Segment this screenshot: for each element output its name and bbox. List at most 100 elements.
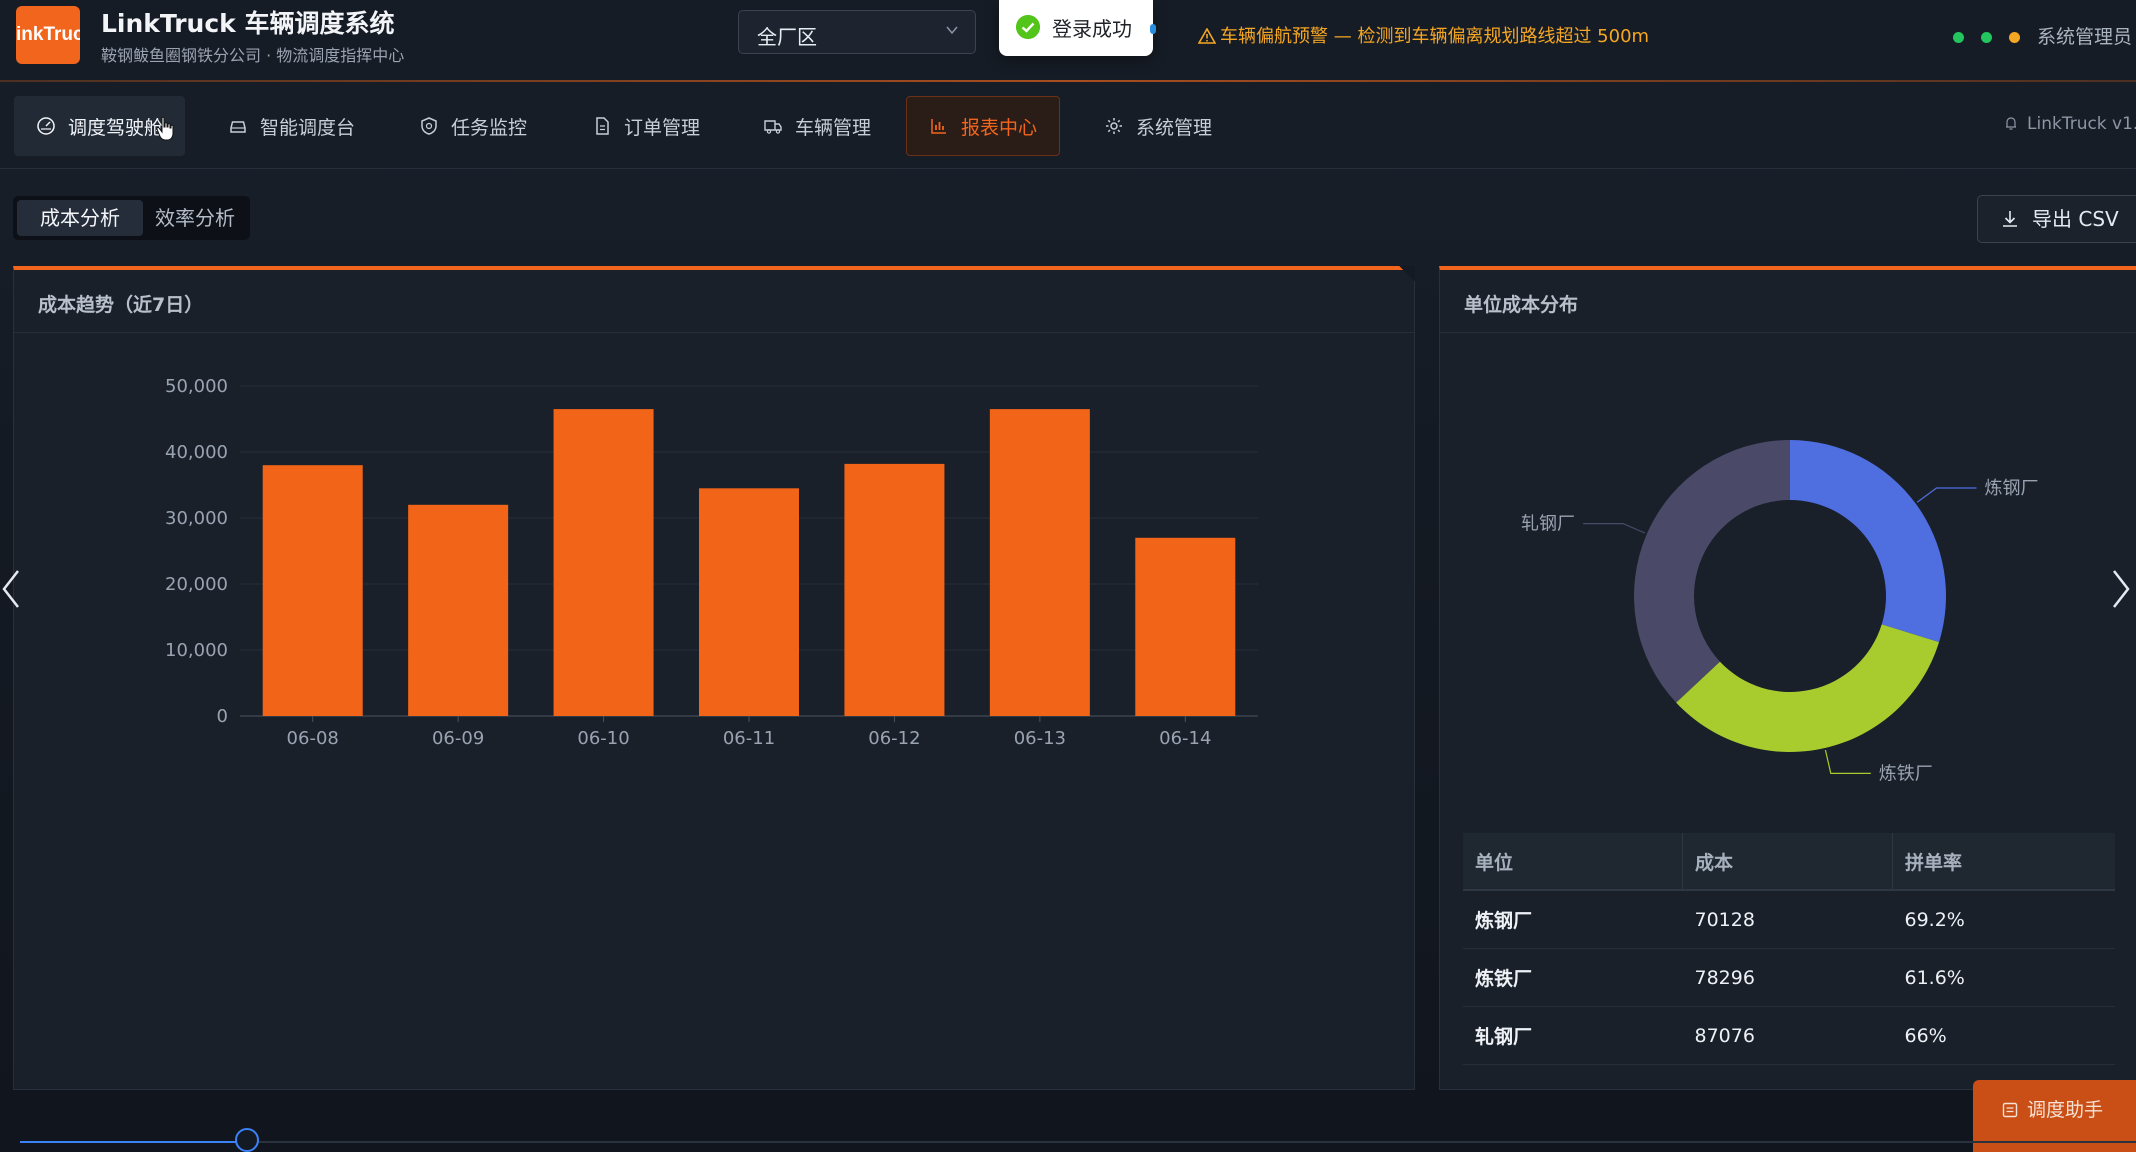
tab-cost-analysis[interactable]: 成本分析 <box>17 200 143 236</box>
y-tick-label: 50,000 <box>165 376 228 397</box>
column-header-cost: 成本 <box>1682 833 1893 891</box>
chevron-down-icon <box>946 26 958 35</box>
export-csv-button[interactable]: 导出 CSV <box>1977 195 2136 243</box>
document-icon <box>596 117 609 135</box>
bar-chart-icon <box>931 119 946 134</box>
slice-label: 轧钢厂 <box>1521 514 1575 535</box>
cell-cost: 70128 <box>1682 890 1893 949</box>
x-tick-label: 06-13 <box>1014 728 1066 749</box>
truck-icon <box>764 120 782 134</box>
bar <box>844 463 945 716</box>
unit-cost-panel: 单位成本分布 炼钢厂 炼铁厂 轧钢厂 单位 成本 拼单率 炼钢厂 70128 69.… <box>1439 266 2136 1090</box>
app-root: inkTruc LinkTruck 车辆调度系统 鞍钢鲅鱼圈钢铁分公司 · 物流… <box>0 0 2136 1152</box>
status-dot <box>1953 32 1964 43</box>
nav-item-order-management[interactable]: 订单管理 <box>570 96 722 156</box>
tab-efficiency-analysis[interactable]: 效率分析 <box>145 200 245 236</box>
y-tick-label: 0 <box>217 706 228 727</box>
slice-label-line <box>1583 522 1646 534</box>
cell-merge-rate: 69.2% <box>1892 890 2115 949</box>
nav-item-label: 系统管理 <box>1136 116 1213 139</box>
cell-merge-rate: 61.6% <box>1892 948 2115 1007</box>
donut-slice <box>1790 440 1946 643</box>
slice-label-line <box>1916 487 1977 503</box>
bar <box>699 488 799 716</box>
table-row[interactable]: 轧钢厂 87076 66% <box>1463 1006 2115 1065</box>
version-text: LinkTruck v1.1 <box>2027 114 2136 134</box>
check-circle-icon <box>1016 15 1040 39</box>
x-tick-label: 06-08 <box>287 728 339 749</box>
analysis-tab-switch: 成本分析 效率分析 <box>13 196 250 240</box>
nav-item-label: 车辆管理 <box>795 116 872 139</box>
bar <box>1135 537 1236 716</box>
column-header-merge-rate: 拼单率 <box>1892 833 2115 891</box>
main-nav: 调度驾驶舱 智能调度台 任务监控 订单管理 车辆管理 报表中心 系统管理 Lin… <box>0 82 2136 169</box>
login-success-toast: 登录成功 <box>999 0 1153 56</box>
bar <box>553 409 654 716</box>
carousel-prev-arrow-icon[interactable] <box>0 567 22 611</box>
toast-message: 登录成功 <box>1052 17 1132 41</box>
cell-unit: 炼钢厂 <box>1463 890 1683 949</box>
warning-triangle-icon <box>1198 28 1216 44</box>
cost-trend-panel: 成本趋势（近7日） 0 10,000 20,000 30,000 40,000 50,00… <box>13 266 1415 1090</box>
nav-item-label: 报表中心 <box>961 116 1038 139</box>
bar <box>408 504 509 716</box>
shield-icon <box>421 117 437 135</box>
panel-corner-cut <box>1399 266 1415 282</box>
panel-divider <box>1440 332 2136 333</box>
area-select[interactable]: 全厂区 <box>738 10 976 54</box>
user-menu[interactable]: 系统管理员 <box>2037 22 2132 49</box>
table-header-row: 单位 成本 拼单率 <box>1463 833 2115 891</box>
nav-item-smart-dispatch[interactable]: 智能调度台 <box>206 96 377 156</box>
nav-item-system-management[interactable]: 系统管理 <box>1082 96 1234 156</box>
column-header-unit: 单位 <box>1463 833 1683 891</box>
nav-item-label: 订单管理 <box>624 116 701 139</box>
x-tick-label: 06-09 <box>432 728 484 749</box>
slice-label-line <box>1824 749 1871 774</box>
app-subtitle: 鞍钢鲅鱼圈钢铁分公司 · 物流调度指挥中心 <box>101 46 405 65</box>
nav-item-vehicle-management[interactable]: 车辆管理 <box>741 96 893 156</box>
table-row[interactable]: 炼铁厂 78296 61.6% <box>1463 948 2115 1007</box>
timeline-slider-fill <box>20 1141 246 1143</box>
assistant-label: 调度助手 <box>2027 1099 2104 1121</box>
y-tick-label: 40,000 <box>165 442 228 463</box>
cost-trend-title: 成本趋势（近7日） <box>38 294 204 316</box>
nav-item-label: 任务监控 <box>451 116 528 139</box>
slice-label: 炼钢厂 <box>1984 478 2038 499</box>
x-tick-label: 06-10 <box>577 728 629 749</box>
donut-slice <box>1676 624 1940 752</box>
bar <box>262 465 363 716</box>
unit-cost-title: 单位成本分布 <box>1464 294 1579 316</box>
slice-label: 炼铁厂 <box>1879 763 1933 784</box>
cell-unit: 轧钢厂 <box>1463 1006 1683 1065</box>
deviation-alert[interactable]: 车辆偏航预警 — 检测到车辆偏离规划路线超过 500m <box>1198 22 1649 48</box>
nav-item-report-center[interactable]: 报表中心 <box>906 96 1061 156</box>
status-indicators <box>1953 28 2032 47</box>
bell-icon <box>2006 117 2016 130</box>
area-select-value: 全厂区 <box>757 25 817 49</box>
x-tick-label: 06-14 <box>1159 728 1211 749</box>
nav-item-task-monitor[interactable]: 任务监控 <box>397 96 549 156</box>
nav-item-label: 智能调度台 <box>260 116 356 139</box>
alert-text: 车辆偏航预警 — 检测到车辆偏离规划路线超过 500m <box>1220 26 1650 47</box>
cost-trend-bar-chart: 0 10,000 20,000 30,000 40,000 50,000 06-08 06-0… <box>165 376 1258 749</box>
unit-cost-table: 单位 成本 拼单率 炼钢厂 70128 69.2% 炼铁厂 78296 61.6… <box>1463 833 2115 1065</box>
robot-icon <box>2002 1102 2018 1118</box>
header-bar: inkTruc LinkTruck 车辆调度系统 鞍钢鲅鱼圈钢铁分公司 · 物流… <box>0 0 2136 82</box>
y-tick-label: 20,000 <box>165 574 228 595</box>
app-version: LinkTruck v1.1 <box>2003 114 2136 134</box>
y-tick-label: 10,000 <box>165 640 228 661</box>
table-row[interactable]: 炼钢厂 70128 69.2% <box>1463 890 2115 949</box>
unit-cost-donut-chart: 炼钢厂炼铁厂 轧钢厂 <box>1521 440 2038 784</box>
carousel-next-arrow-icon[interactable] <box>2110 567 2132 611</box>
x-tick-label: 06-11 <box>723 728 775 749</box>
timeline-slider-track[interactable] <box>20 1141 2136 1143</box>
donut-slice <box>1634 440 1790 703</box>
x-tick-label: 06-12 <box>868 728 920 749</box>
nav-item-label: 调度驾驶舱 <box>68 116 164 139</box>
cell-unit: 炼铁厂 <box>1463 948 1683 1007</box>
y-tick-label: 30,000 <box>165 508 228 529</box>
cell-merge-rate: 66% <box>1892 1006 2115 1065</box>
car-icon <box>230 121 246 133</box>
download-icon <box>2003 211 2017 227</box>
timeline-slider-handle[interactable] <box>234 1128 259 1152</box>
